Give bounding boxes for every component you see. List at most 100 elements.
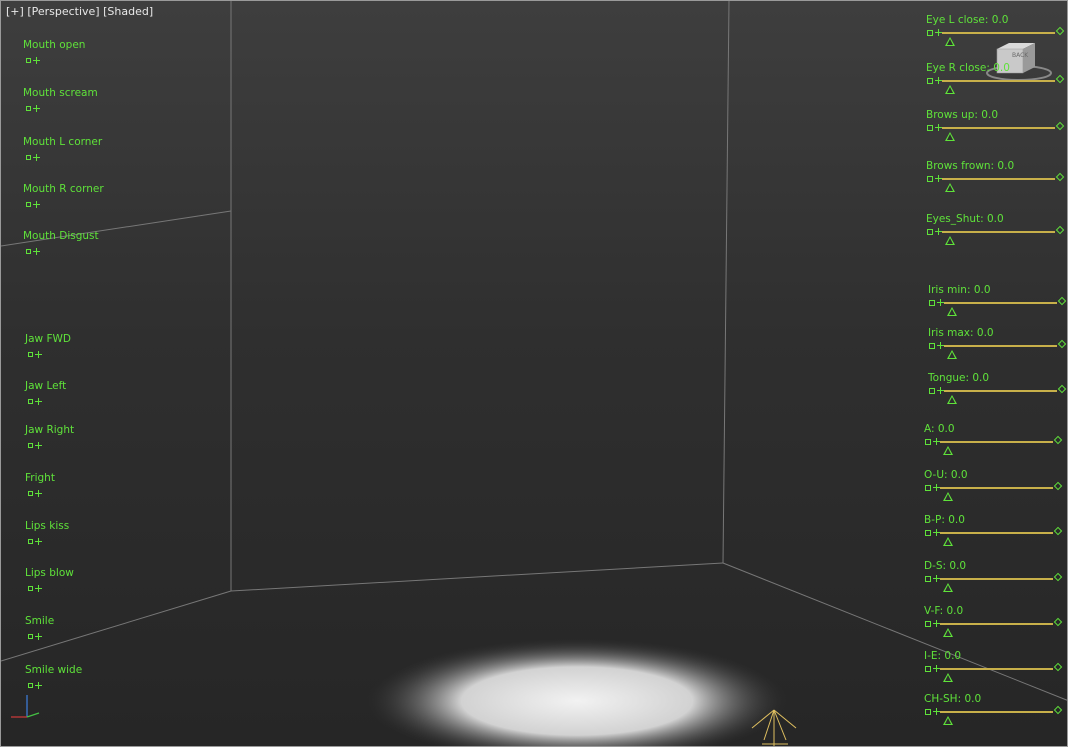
slider-tongue[interactable]: Tongue: 0.0 bbox=[928, 372, 1067, 410]
plus-icon[interactable] bbox=[937, 299, 944, 306]
square-icon[interactable] bbox=[927, 125, 933, 131]
slider-brows-up[interactable]: Brows up: 0.0 bbox=[926, 109, 1067, 147]
control-mouth-r-corner[interactable]: Mouth R corner bbox=[23, 183, 104, 214]
square-icon[interactable] bbox=[925, 439, 931, 445]
slider-phoneme-d-s[interactable]: D-S: 0.0 bbox=[924, 560, 1067, 598]
slider-phoneme-ch-sh[interactable]: CH-SH: 0.0 bbox=[924, 693, 1067, 731]
square-plus-icon[interactable] bbox=[28, 351, 43, 360]
diamond-icon[interactable] bbox=[1053, 617, 1063, 627]
triangle-icon[interactable] bbox=[947, 307, 957, 316]
square-plus-icon[interactable] bbox=[28, 490, 43, 499]
square-icon[interactable] bbox=[927, 78, 933, 84]
slider-track[interactable] bbox=[942, 231, 1055, 233]
triangle-icon[interactable] bbox=[945, 183, 955, 192]
square-plus-icon[interactable] bbox=[26, 248, 41, 257]
plus-icon[interactable] bbox=[937, 387, 944, 394]
plus-icon[interactable] bbox=[935, 175, 942, 182]
diamond-icon[interactable] bbox=[1057, 339, 1067, 349]
diamond-icon[interactable] bbox=[1055, 225, 1065, 235]
square-plus-icon[interactable] bbox=[26, 154, 41, 163]
triangle-icon[interactable] bbox=[947, 350, 957, 359]
slider-track[interactable] bbox=[942, 32, 1055, 34]
viewport-menu-plus[interactable]: [+] bbox=[6, 5, 24, 18]
control-mouth-open[interactable]: Mouth open bbox=[23, 39, 85, 70]
slider-iris-max[interactable]: Iris max: 0.0 bbox=[928, 327, 1067, 365]
triangle-icon[interactable] bbox=[943, 446, 953, 455]
plus-icon[interactable] bbox=[935, 124, 942, 131]
plus-icon[interactable] bbox=[933, 665, 940, 672]
diamond-icon[interactable] bbox=[1053, 526, 1063, 536]
diamond-icon[interactable] bbox=[1053, 481, 1063, 491]
diamond-icon[interactable] bbox=[1053, 705, 1063, 715]
triangle-icon[interactable] bbox=[943, 537, 953, 546]
triangle-icon[interactable] bbox=[945, 37, 955, 46]
plus-icon[interactable] bbox=[935, 228, 942, 235]
slider-track[interactable] bbox=[940, 578, 1053, 580]
control-mouth-l-corner[interactable]: Mouth L corner bbox=[23, 136, 102, 167]
slider-track[interactable] bbox=[944, 390, 1057, 392]
plus-icon[interactable] bbox=[935, 29, 942, 36]
square-icon[interactable] bbox=[925, 666, 931, 672]
square-plus-icon[interactable] bbox=[28, 633, 43, 642]
square-plus-icon[interactable] bbox=[26, 57, 41, 66]
triangle-icon[interactable] bbox=[943, 628, 953, 637]
diamond-icon[interactable] bbox=[1053, 435, 1063, 445]
slider-eye-r-close[interactable]: Eye R close: 0.0 bbox=[926, 62, 1067, 100]
square-icon[interactable] bbox=[927, 229, 933, 235]
square-icon[interactable] bbox=[925, 530, 931, 536]
triangle-icon[interactable] bbox=[947, 395, 957, 404]
control-jaw-right[interactable]: Jaw Right bbox=[25, 424, 74, 455]
control-smile[interactable]: Smile bbox=[25, 615, 54, 646]
triangle-icon[interactable] bbox=[945, 132, 955, 141]
plus-icon[interactable] bbox=[933, 708, 940, 715]
plus-icon[interactable] bbox=[935, 77, 942, 84]
slider-track[interactable] bbox=[942, 178, 1055, 180]
slider-track[interactable] bbox=[940, 441, 1053, 443]
triangle-icon[interactable] bbox=[943, 716, 953, 725]
triangle-icon[interactable] bbox=[943, 492, 953, 501]
slider-phoneme-v-f[interactable]: V-F: 0.0 bbox=[924, 605, 1067, 643]
diamond-icon[interactable] bbox=[1055, 121, 1065, 131]
slider-phoneme-a[interactable]: A: 0.0 bbox=[924, 423, 1067, 461]
diamond-icon[interactable] bbox=[1053, 662, 1063, 672]
slider-brows-frown[interactable]: Brows frown: 0.0 bbox=[926, 160, 1067, 198]
square-plus-icon[interactable] bbox=[28, 538, 43, 547]
square-plus-icon[interactable] bbox=[26, 201, 41, 210]
slider-phoneme-o-u[interactable]: O-U: 0.0 bbox=[924, 469, 1067, 507]
plus-icon[interactable] bbox=[933, 438, 940, 445]
diamond-icon[interactable] bbox=[1053, 572, 1063, 582]
triangle-icon[interactable] bbox=[945, 236, 955, 245]
light-gizmo-icon[interactable] bbox=[746, 708, 806, 747]
square-icon[interactable] bbox=[927, 30, 933, 36]
plus-icon[interactable] bbox=[933, 620, 940, 627]
slider-iris-min[interactable]: Iris min: 0.0 bbox=[928, 284, 1067, 322]
square-plus-icon[interactable] bbox=[28, 398, 43, 407]
control-lips-kiss[interactable]: Lips kiss bbox=[25, 520, 69, 551]
plus-icon[interactable] bbox=[933, 575, 940, 582]
square-icon[interactable] bbox=[929, 388, 935, 394]
square-plus-icon[interactable] bbox=[28, 585, 43, 594]
diamond-icon[interactable] bbox=[1055, 74, 1065, 84]
square-icon[interactable] bbox=[925, 576, 931, 582]
control-jaw-left[interactable]: Jaw Left bbox=[25, 380, 66, 411]
slider-track[interactable] bbox=[942, 80, 1055, 82]
control-mouth-scream[interactable]: Mouth scream bbox=[23, 87, 98, 118]
perspective-viewport[interactable]: [+] [Perspective] [Shaded] BACK Mouth op… bbox=[0, 0, 1068, 747]
viewport-menu-shading[interactable]: [Shaded] bbox=[103, 5, 153, 18]
triangle-icon[interactable] bbox=[943, 673, 953, 682]
plus-icon[interactable] bbox=[933, 529, 940, 536]
square-icon[interactable] bbox=[927, 176, 933, 182]
slider-eye-l-close[interactable]: Eye L close: 0.0 bbox=[926, 14, 1067, 52]
slider-eyes-shut[interactable]: Eyes_Shut: 0.0 bbox=[926, 213, 1067, 251]
slider-track[interactable] bbox=[940, 532, 1053, 534]
diamond-icon[interactable] bbox=[1057, 384, 1067, 394]
slider-track[interactable] bbox=[942, 127, 1055, 129]
slider-track[interactable] bbox=[940, 623, 1053, 625]
viewport-menu-perspective[interactable]: [Perspective] bbox=[27, 5, 99, 18]
plus-icon[interactable] bbox=[937, 342, 944, 349]
square-icon[interactable] bbox=[925, 485, 931, 491]
diamond-icon[interactable] bbox=[1055, 172, 1065, 182]
triangle-icon[interactable] bbox=[945, 85, 955, 94]
square-icon[interactable] bbox=[925, 709, 931, 715]
square-icon[interactable] bbox=[925, 621, 931, 627]
